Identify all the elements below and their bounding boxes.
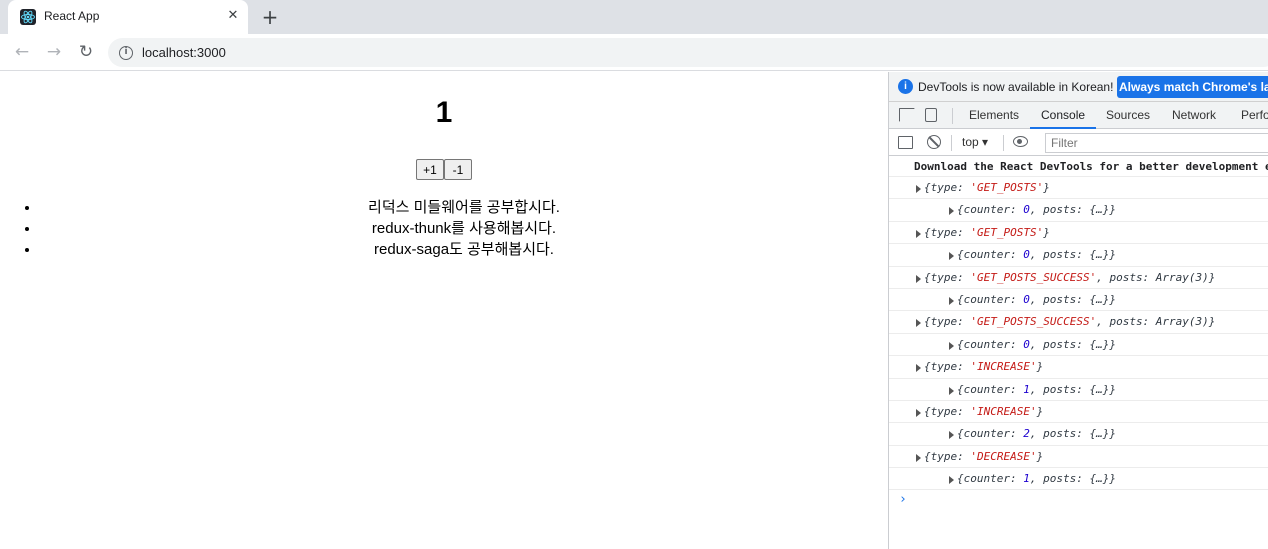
context-selector[interactable]: top ▾: [962, 135, 988, 149]
url-text[interactable]: localhost:3000: [142, 45, 226, 60]
console-entry-text: {counter: 2, posts: {…}}: [957, 427, 1116, 441]
expand-triangle-icon[interactable]: [916, 229, 921, 238]
tab-strip: React App ✕ +: [0, 0, 1268, 34]
console-action-entry[interactable]: {type: 'DECREASE'}: [889, 446, 1268, 469]
expand-triangle-icon[interactable]: [916, 408, 921, 417]
console-state-entry[interactable]: {counter: 0, posts: {…}}: [889, 289, 1268, 312]
console-sidebar-icon[interactable]: [898, 136, 913, 149]
devtools-language-banner: i DevTools is now available in Korean! A…: [889, 72, 1268, 102]
clear-console-icon[interactable]: [927, 135, 941, 149]
console-entry-text: {type: 'INCREASE'}: [924, 404, 1044, 418]
console-action-entry[interactable]: {type: 'GET_POSTS'}: [889, 222, 1268, 245]
expand-triangle-icon[interactable]: [949, 431, 954, 440]
list-item: redux-saga도 공부해봅시다.: [40, 239, 888, 260]
new-tab-button[interactable]: +: [259, 6, 281, 28]
tab-performance[interactable]: Performance: [1241, 102, 1268, 129]
site-info-icon[interactable]: i: [119, 46, 133, 60]
info-icon: i: [898, 79, 913, 94]
console-entry-text: {counter: 0, posts: {…}}: [957, 203, 1116, 217]
decrease-button[interactable]: -1: [444, 159, 472, 180]
console-entry-text: {counter: 1, posts: {…}}: [957, 472, 1116, 486]
console-entry-text: {type: 'GET_POSTS'}: [924, 181, 1050, 194]
chevron-down-icon: ▾: [982, 135, 989, 149]
expand-triangle-icon[interactable]: [949, 252, 954, 261]
browser-toolbar: ← → ↻ i localhost:3000: [0, 34, 1268, 71]
console-entry-text: {type: 'GET_POSTS_SUCCESS', posts: Array…: [924, 315, 1216, 329]
list-item: redux-thunk를 사용해봅시다.: [40, 218, 888, 239]
tab-title: React App: [44, 9, 100, 23]
console-action-entry[interactable]: {type: 'GET_POSTS'}: [889, 177, 1268, 200]
back-arrow-icon[interactable]: ←: [10, 40, 34, 64]
address-bar[interactable]: i localhost:3000: [108, 38, 1268, 67]
console-toolbar: top ▾: [889, 129, 1268, 156]
expand-triangle-icon[interactable]: [949, 386, 954, 395]
expand-triangle-icon[interactable]: [949, 476, 954, 485]
divider: [951, 135, 952, 151]
expand-triangle-icon[interactable]: [949, 207, 954, 216]
inspect-element-icon[interactable]: [899, 108, 915, 122]
forward-arrow-icon[interactable]: →: [42, 40, 66, 64]
expand-triangle-icon[interactable]: [916, 185, 921, 193]
increase-button[interactable]: +1: [416, 159, 444, 180]
tab-elements[interactable]: Elements: [969, 102, 1019, 129]
console-state-entry[interactable]: {counter: 0, posts: {…}}: [889, 199, 1268, 222]
console-entry-text: {type: 'GET_POSTS'}: [924, 225, 1050, 239]
browser-tab[interactable]: React App ✕: [8, 0, 248, 34]
context-label: top: [962, 135, 979, 149]
console-action-entry[interactable]: {type: 'INCREASE'}: [889, 401, 1268, 424]
page-content: 1 +1-1 리덕스 미들웨어를 공부합시다. redux-thunk를 사용해…: [0, 72, 888, 549]
console-entry-text: {counter: 0, posts: {…}}: [957, 248, 1116, 262]
console-action-entry[interactable]: {type: 'INCREASE'}: [889, 356, 1268, 379]
reload-icon[interactable]: ↻: [74, 40, 98, 64]
console-message: Download the React DevTools for a better…: [889, 156, 1268, 177]
console-state-entry[interactable]: {counter: 1, posts: {…}}: [889, 379, 1268, 401]
console-state-entry[interactable]: {counter: 0, posts: {…}}: [889, 334, 1268, 357]
devtools-tab-bar: Elements Console Sources Network Perform…: [889, 102, 1268, 129]
console-prompt-icon[interactable]: ›: [899, 492, 907, 507]
tab-sources[interactable]: Sources: [1106, 102, 1150, 129]
banner-text: DevTools is now available in Korean!: [918, 80, 1114, 94]
console-log: Download the React DevTools for a better…: [889, 156, 1268, 549]
console-entry-text: {counter: 1, posts: {…}}: [957, 382, 1116, 396]
expand-triangle-icon[interactable]: [916, 364, 921, 373]
expand-triangle-icon[interactable]: [949, 296, 954, 305]
tab-network[interactable]: Network: [1172, 102, 1216, 129]
expand-triangle-icon[interactable]: [949, 341, 954, 350]
match-language-button[interactable]: Always match Chrome's language: [1117, 76, 1268, 98]
console-entry-text: {counter: 0, posts: {…}}: [957, 337, 1116, 351]
console-entry-text: {type: 'GET_POSTS_SUCCESS', posts: Array…: [924, 270, 1216, 284]
console-action-entry[interactable]: {type: 'GET_POSTS_SUCCESS', posts: Array…: [889, 311, 1268, 334]
expand-triangle-icon[interactable]: [916, 274, 921, 283]
console-action-entry[interactable]: {type: 'GET_POSTS_SUCCESS', posts: Array…: [889, 267, 1268, 289]
expand-triangle-icon[interactable]: [916, 453, 921, 462]
console-state-entry[interactable]: {counter: 2, posts: {…}}: [889, 423, 1268, 446]
console-entry-text: {counter: 0, posts: {…}}: [957, 292, 1116, 306]
todo-list: 리덕스 미들웨어를 공부합시다. redux-thunk를 사용해봅시다. re…: [40, 197, 888, 260]
tab-console[interactable]: Console: [1030, 102, 1097, 129]
react-favicon-icon: [20, 9, 36, 25]
close-tab-icon[interactable]: ✕: [224, 7, 242, 25]
console-state-entry[interactable]: {counter: 0, posts: {…}}: [889, 244, 1268, 267]
live-expression-eye-icon[interactable]: [1013, 136, 1028, 147]
console-entry-text: {type: 'DECREASE'}: [924, 449, 1044, 463]
counter-value: 1: [435, 96, 453, 129]
console-state-entry[interactable]: {counter: 1, posts: {…}}: [889, 468, 1268, 491]
console-filter-input[interactable]: [1045, 133, 1268, 153]
console-entry-text: {type: 'INCREASE'}: [924, 360, 1044, 374]
device-toolbar-icon[interactable]: [925, 108, 937, 122]
divider: [952, 108, 953, 124]
devtools-panel: i DevTools is now available in Korean! A…: [888, 72, 1268, 549]
counter-buttons: +1 -1: [0, 159, 888, 180]
divider: [1003, 135, 1004, 151]
list-item: 리덕스 미들웨어를 공부합시다.: [40, 197, 888, 218]
expand-triangle-icon[interactable]: [916, 319, 921, 328]
